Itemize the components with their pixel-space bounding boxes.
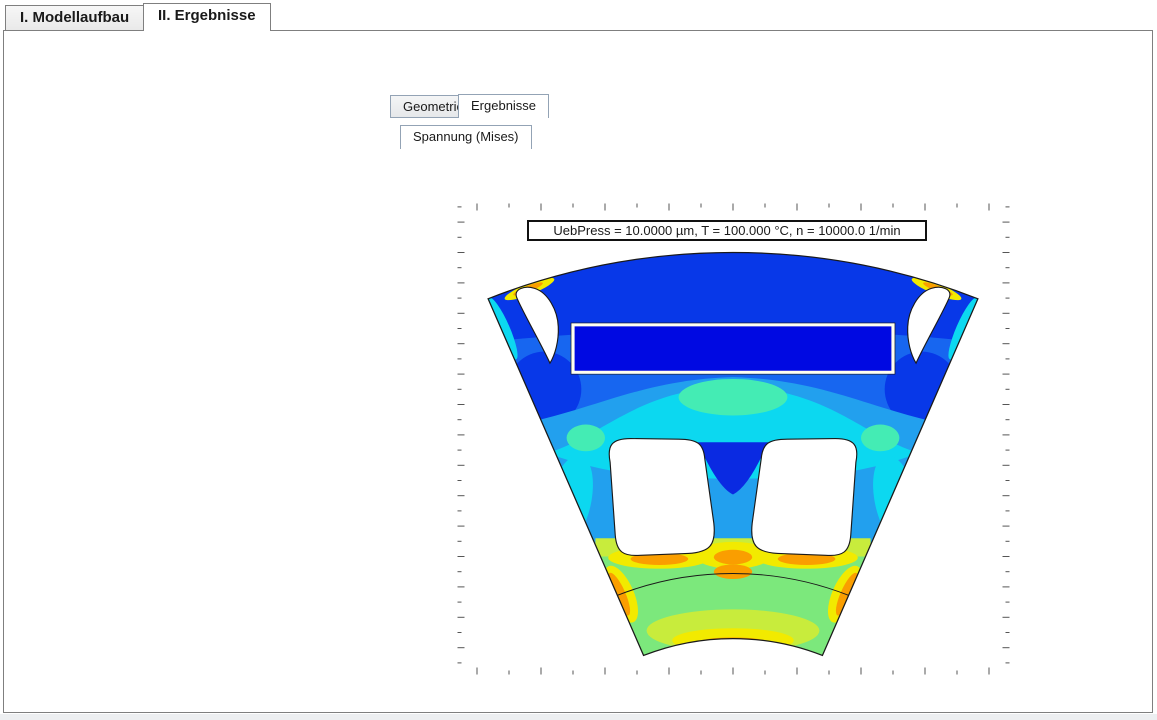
stress-contour-plot — [457, 203, 1010, 675]
tab-modellaufbau[interactable]: I. Modellaufbau — [5, 5, 144, 31]
app-window: I. Modellaufbau II. Ergebnisse i Letzte … — [0, 0, 1157, 720]
tab-ergebnisse[interactable]: II. Ergebnisse — [143, 3, 271, 31]
plot-annotation: UebPress = 10.0000 µm, T = 100.000 °C, n… — [527, 220, 927, 241]
plot-tab-spannung-mises[interactable]: Spannung (Mises) — [400, 125, 532, 149]
viewer-tab-ergebnisse[interactable]: Ergebnisse — [458, 94, 549, 118]
window-bottom-edge — [0, 714, 1157, 720]
